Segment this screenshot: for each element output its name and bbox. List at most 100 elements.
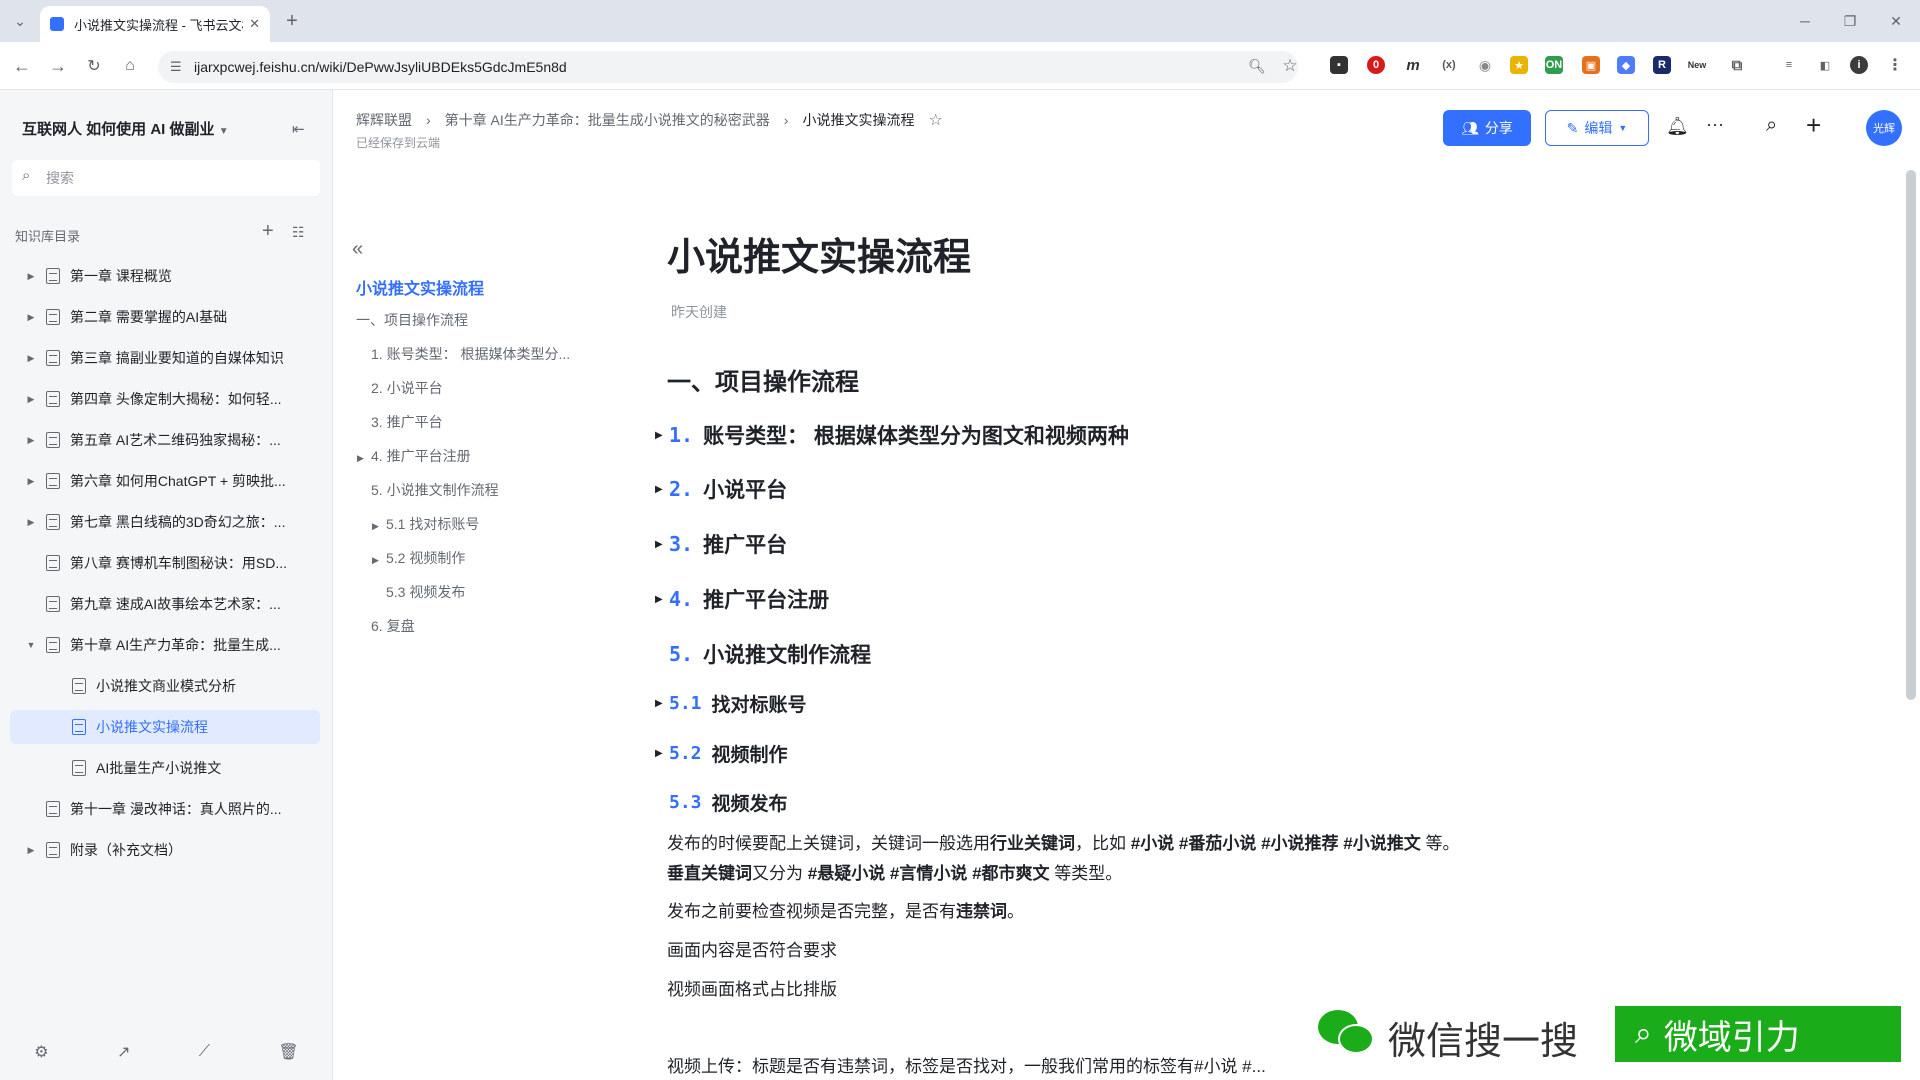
toc-item-label: 2. 小说平台 <box>371 380 443 396</box>
tree-caret-icon[interactable]: ▶ <box>24 435 38 446</box>
tree-caret-icon[interactable]: ▶ <box>24 394 38 405</box>
reload-icon[interactable]: ↻ <box>82 54 106 78</box>
avatar[interactable]: 光辉 <box>1866 110 1902 146</box>
analytics-icon[interactable]: ⟋ <box>199 1043 210 1061</box>
tree-caret-icon[interactable]: ▼ <box>24 640 38 650</box>
bell-icon[interactable]: 🔔︎ <box>1666 116 1689 137</box>
toc-caret-icon[interactable]: ▶ <box>372 555 386 566</box>
more-icon[interactable]: ··· <box>1706 114 1724 135</box>
sidebar-item[interactable]: ▶ 第七章 黑白线稿的3D奇幻之旅：... <box>10 505 320 539</box>
search-doc-icon[interactable]: ⌕ <box>1766 114 1777 137</box>
forward-icon[interactable]: → <box>46 54 70 78</box>
sidebar-item[interactable]: 第十一章 漫改神话：真人照片的... <box>10 792 320 826</box>
close-window-icon[interactable]: ✕ <box>1884 9 1908 33</box>
toc-item[interactable]: 5.3 视频发布 <box>372 582 465 602</box>
toggle-caret-icon[interactable]: ▶ <box>655 430 669 441</box>
toc-item[interactable]: 6. 复盘 <box>357 616 415 636</box>
browser-menu-icon[interactable]: ⋮ <box>1886 56 1904 74</box>
add-icon[interactable]: + <box>262 220 274 243</box>
extension-1-icon[interactable]: ▪ <box>1330 56 1348 74</box>
chevron-down-icon: ▼ <box>218 126 229 137</box>
sidebar-item[interactable]: ▶ 第一章 课程概览 <box>10 259 320 293</box>
extension-7-icon[interactable]: ON <box>1545 56 1563 74</box>
extension-4-icon[interactable]: (x) <box>1440 56 1458 74</box>
sidebar-item[interactable]: ▶ 第三章 搞副业要知道的自媒体知识 <box>10 341 320 375</box>
share-button[interactable]: 👥︎ 分享 <box>1443 110 1531 146</box>
media-icon[interactable]: ≡ <box>1780 56 1798 74</box>
toc-item[interactable]: 3. 推广平台 <box>357 412 443 432</box>
minimize-icon[interactable]: ─ <box>1793 9 1817 33</box>
doc-icon <box>46 432 60 448</box>
breadcrumb-item[interactable]: 辉辉联盟 <box>356 110 412 130</box>
sidebar-item[interactable]: 小说推文商业模式分析 <box>10 669 320 703</box>
edit-button[interactable]: ✎ 编辑 ▼ <box>1545 110 1649 146</box>
toc-item[interactable]: 2. 小说平台 <box>357 378 443 398</box>
close-tab-icon[interactable]: ✕ <box>249 16 260 32</box>
favorite-star-icon[interactable]: ☆ <box>928 110 942 130</box>
toc-item[interactable]: 5. 小说推文制作流程 <box>357 480 499 500</box>
tree-caret-icon[interactable]: ▶ <box>24 476 38 487</box>
site-info-icon[interactable]: ☰ <box>170 59 182 75</box>
sidebar-item[interactable]: ▼ 第十章 AI生产力革命：批量生成... <box>10 628 320 662</box>
zoom-icon[interactable]: 🔍︎ <box>1245 54 1269 78</box>
sidebar-item[interactable]: 第九章 速成AI故事绘本艺术家：... <box>10 587 320 621</box>
tree-caret-icon[interactable]: ▶ <box>24 312 38 323</box>
toggle-caret-icon[interactable]: ▶ <box>655 539 669 550</box>
share-out-icon[interactable]: ↗ <box>117 1042 130 1062</box>
back-icon[interactable]: ← <box>10 54 34 78</box>
toggle-caret-icon[interactable]: ▶ <box>655 594 669 605</box>
profile-icon[interactable]: i <box>1850 56 1868 74</box>
toc-caret-icon[interactable]: ▶ <box>372 521 386 532</box>
breadcrumb-current[interactable]: 小说推文实操流程 <box>802 110 914 130</box>
extension-8-icon[interactable]: ▣ <box>1582 56 1600 74</box>
toc-title[interactable]: 小说推文实操流程 <box>356 275 484 299</box>
extension-3-icon[interactable]: m <box>1404 56 1422 74</box>
toc-item[interactable]: 1. 账号类型： 根据媒体类型分... <box>357 344 570 364</box>
create-icon[interactable]: + <box>1806 110 1821 141</box>
bookmark-star-icon[interactable]: ☆ <box>1278 54 1302 78</box>
sidebar-item[interactable]: AI批量生产小说推文 <box>10 751 320 785</box>
collapse-toc-icon[interactable]: « <box>352 238 363 261</box>
browser-tab[interactable]: 小说推文实操流程 - 飞书云文档 ✕ <box>40 6 270 42</box>
sidebar-item[interactable]: ▶ 第六章 如何用ChatGPT + 剪映批... <box>10 464 320 498</box>
breadcrumb-item[interactable]: 第十章 AI生产力革命：批量生成小说推文的秘密武器 <box>445 110 770 130</box>
tab-list-icon[interactable]: ⌄ <box>8 9 32 33</box>
collapse-sidebar-icon[interactable]: ⇤ <box>292 120 305 138</box>
sidebar-item[interactable]: 小说推文实操流程 <box>10 710 320 744</box>
restore-icon[interactable]: ❐ <box>1838 9 1862 33</box>
extension-9-icon[interactable]: ◆ <box>1617 56 1635 74</box>
extension-6-icon[interactable]: ★ <box>1510 56 1528 74</box>
space-title[interactable]: 互联网人 如何使用 AI 做副业 ▼ <box>22 118 229 139</box>
extension-10-icon[interactable]: R <box>1653 56 1671 74</box>
new-tab-icon[interactable]: + <box>280 9 304 33</box>
sidebar-item[interactable]: 第八章 赛博机车制图秘诀：用SD... <box>10 546 320 580</box>
toggle-caret-icon[interactable]: ▶ <box>655 484 669 495</box>
tree-caret-icon[interactable]: ▶ <box>24 353 38 364</box>
side-panel-icon[interactable]: ◧ <box>1816 56 1834 74</box>
sidebar-item[interactable]: ▶ 附录（补充文档） <box>10 833 320 867</box>
toggle-caret-icon[interactable]: ▶ <box>655 748 669 759</box>
camera-extension-icon[interactable]: ◉ <box>1476 56 1494 74</box>
home-icon[interactable]: ⌂ <box>118 54 142 78</box>
extension-11-icon[interactable]: New <box>1688 56 1706 74</box>
address-bar[interactable]: ☰ ijarxpcwej.feishu.cn/wiki/DePwwJsyliUB… <box>158 51 1298 83</box>
toggle-caret-icon[interactable]: ▶ <box>655 698 669 709</box>
sidebar-item[interactable]: ▶ 第二章 需要掌握的AI基础 <box>10 300 320 334</box>
tree-caret-icon[interactable]: ▶ <box>24 517 38 528</box>
sidebar-item[interactable]: ▶ 第四章 头像定制大揭秘：如何轻... <box>10 382 320 416</box>
trash-icon[interactable]: 🗑︎ <box>278 1042 298 1062</box>
sidebar-item[interactable]: ▶ 第五章 AI艺术二维码独家揭秘：... <box>10 423 320 457</box>
tree-options-icon[interactable]: ☷ <box>292 224 305 241</box>
extension-2-icon[interactable]: 0 <box>1367 56 1385 74</box>
scrollbar[interactable] <box>1906 170 1916 700</box>
extensions-puzzle-icon[interactable]: ⧉ <box>1728 56 1746 74</box>
toc-item[interactable]: ▶ 4. 推广平台注册 <box>357 446 471 466</box>
settings-icon[interactable]: ⚙ <box>34 1042 48 1062</box>
toc-item[interactable]: 一、项目操作流程 <box>342 310 468 330</box>
search-input[interactable]: ⌕ 搜索 <box>12 160 320 196</box>
toc-item[interactable]: ▶ 5.2 视频制作 <box>372 548 465 568</box>
tree-caret-icon[interactable]: ▶ <box>24 845 38 856</box>
tree-caret-icon[interactable]: ▶ <box>24 271 38 282</box>
toc-caret-icon[interactable]: ▶ <box>357 453 371 464</box>
toc-item[interactable]: ▶ 5.1 找对标账号 <box>372 514 479 534</box>
